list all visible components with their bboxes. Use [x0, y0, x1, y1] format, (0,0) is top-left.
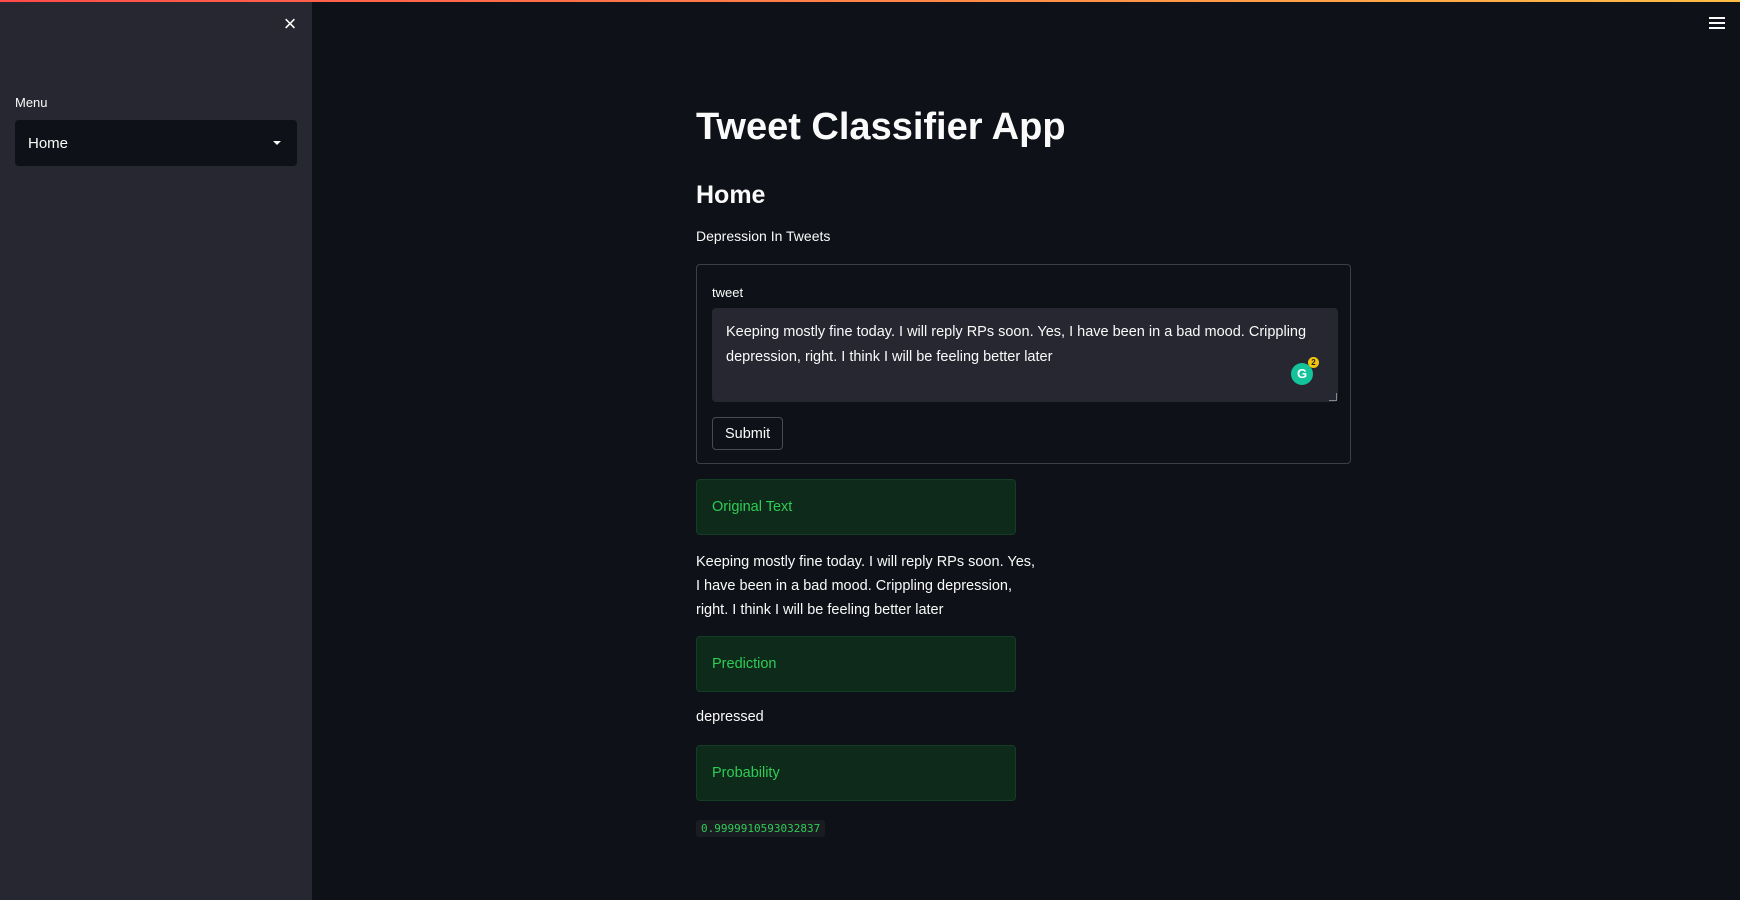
menu-label: Menu — [15, 95, 48, 110]
hamburger-menu-icon[interactable] — [1709, 17, 1725, 29]
prediction-header: Prediction — [696, 636, 1016, 692]
tweet-textarea[interactable] — [712, 308, 1338, 402]
menu-select-value: Home — [28, 134, 69, 152]
page-title: Tweet Classifier App — [696, 106, 1066, 148]
menu-select[interactable]: Home — [15, 120, 297, 166]
tweet-field-label: tweet — [712, 285, 744, 300]
submit-button[interactable]: Submit — [712, 417, 784, 450]
resize-handle-icon[interactable] — [1329, 393, 1337, 401]
tweet-form: tweet G 2 Submit — [696, 264, 1351, 464]
original-text-header: Original Text — [696, 479, 1016, 535]
close-icon[interactable]: × — [280, 13, 300, 35]
prediction-value: depressed — [696, 709, 764, 725]
chevron-down-icon — [273, 141, 281, 145]
probability-header: Probability — [696, 745, 1016, 801]
grammarly-badge: 2 — [1308, 357, 1319, 368]
probability-value: 0.9999910593032837 — [696, 820, 826, 837]
page-caption: Depression In Tweets — [696, 228, 831, 244]
page-subheader: Home — [696, 181, 766, 209]
top-decoration-bar — [0, 0, 1740, 2]
original-text-value: Keeping mostly fine today. I will reply … — [696, 554, 1036, 618]
sidebar: × Menu Home — [0, 0, 312, 900]
